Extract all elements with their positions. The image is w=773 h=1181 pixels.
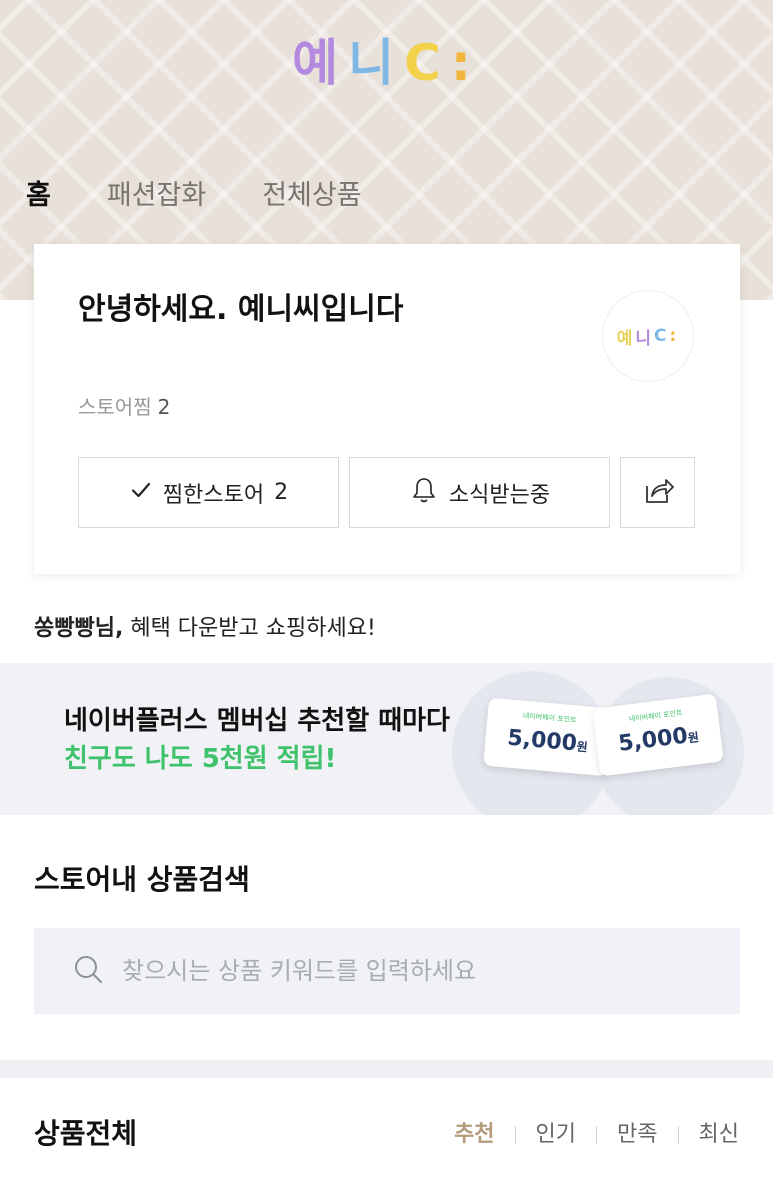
all-products-title: 상품전체: [34, 1117, 138, 1150]
favorited-count: 2: [274, 480, 289, 505]
share-button[interactable]: [620, 457, 695, 528]
bell-icon: [409, 475, 439, 511]
store-logo[interactable]: 예니C:: [0, 28, 773, 98]
logo-letter: :: [450, 34, 481, 92]
sort-separator: [677, 1126, 679, 1144]
store-favorite-count: 스토어찜 2: [78, 392, 170, 422]
check-icon: [129, 478, 153, 508]
favorite-label: 스토어찜: [78, 395, 152, 419]
tab-fashion-accessories[interactable]: 패션잡화: [107, 176, 206, 216]
sort-recommended[interactable]: 추천: [454, 1118, 494, 1152]
logo-letter: 예: [292, 34, 349, 92]
banner-line-2: 친구도 나도 5천원 적립!: [64, 744, 337, 774]
store-greeting: 안녕하세요. 예니씨입니다: [78, 292, 404, 327]
benefit-message: 쏭빵빵님, 혜택 다운받고 쇼핑하세요!: [34, 612, 376, 646]
tab-all-products[interactable]: 전체상품: [262, 176, 361, 216]
benefit-text: 혜택 다운받고 쇼핑하세요!: [130, 616, 376, 641]
store-profile-card: 안녕하세요. 예니씨입니다 예니C: 스토어찜 2 찜한스토어 2 소식받는중: [34, 244, 740, 574]
store-tabs: 홈 패션잡화 전체상품: [26, 176, 362, 216]
benefit-user: 쏭빵빵님,: [34, 616, 124, 641]
coupon-unit: 원: [687, 730, 700, 746]
notification-label: 소식받는중: [448, 482, 551, 508]
membership-banner[interactable]: 네이버플러스 멤버십 추천할 때마다 친구도 나도 5천원 적립! 네이버페이 …: [0, 663, 773, 815]
avatar-letter: :: [669, 326, 680, 346]
sort-latest[interactable]: 최신: [699, 1118, 739, 1152]
sort-popular[interactable]: 인기: [536, 1118, 576, 1152]
avatar-letter: 예: [616, 328, 636, 349]
search-icon: [72, 953, 104, 989]
notification-button[interactable]: 소식받는중: [349, 457, 610, 528]
store-search-box[interactable]: [34, 928, 740, 1014]
favorited-label: 찜한스토어: [162, 482, 265, 508]
avatar-letter: C: [653, 326, 670, 346]
favorite-count: 2: [157, 395, 171, 419]
coupon-card: 네이버페이 포인트 5,000원: [483, 697, 613, 777]
search-input[interactable]: [122, 957, 702, 985]
sort-options: 추천 인기 만족 최신: [454, 1118, 739, 1152]
sort-separator: [514, 1126, 516, 1144]
store-avatar[interactable]: 예니C:: [602, 290, 694, 382]
share-icon: [640, 473, 676, 513]
section-divider: [0, 1060, 773, 1078]
sort-separator: [596, 1126, 598, 1144]
coupon-amount: 5,000: [506, 725, 578, 757]
sort-satisfaction[interactable]: 만족: [617, 1118, 657, 1152]
coupon-amount: 5,000: [616, 723, 690, 757]
avatar-letter: 니: [635, 328, 654, 349]
coupon-unit: 원: [575, 739, 589, 755]
banner-line-1: 네이버플러스 멤버십 추천할 때마다: [64, 706, 450, 736]
favorited-store-button[interactable]: 찜한스토어 2: [78, 457, 339, 528]
tab-home[interactable]: 홈: [26, 176, 51, 216]
logo-letter: C: [404, 34, 451, 92]
store-search-title: 스토어내 상품검색: [34, 863, 250, 896]
logo-letter: 니: [348, 34, 405, 92]
